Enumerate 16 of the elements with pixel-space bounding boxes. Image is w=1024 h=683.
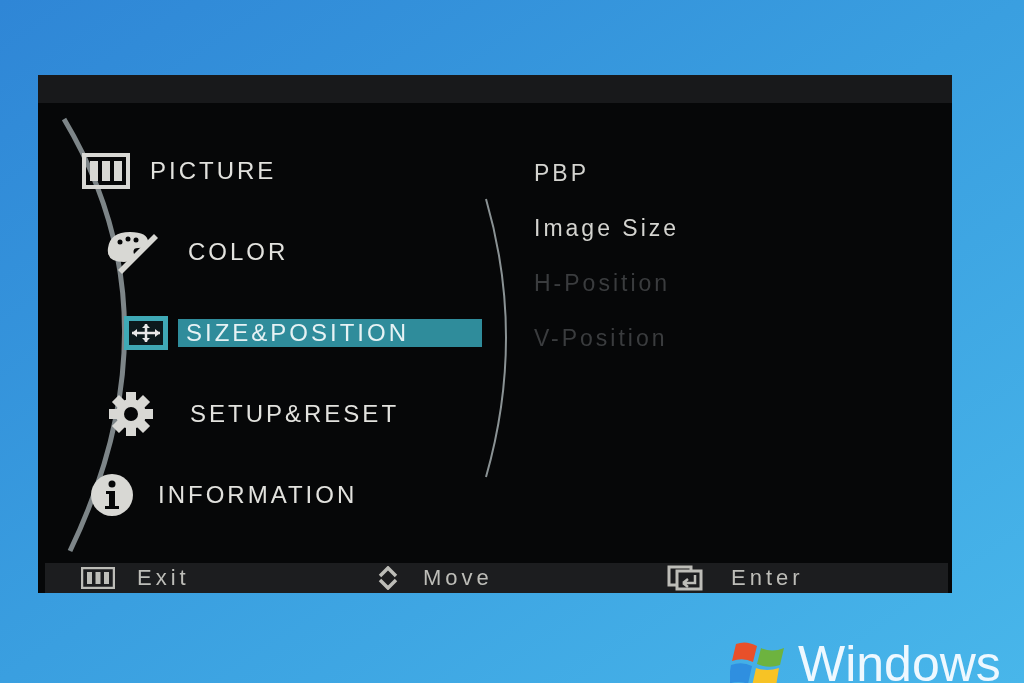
submenu-item[interactable]: Image Size (534, 214, 680, 242)
picture-menu-icon (82, 153, 130, 189)
up-down-arrow-icon (377, 566, 399, 590)
menu-bars-icon (81, 567, 115, 589)
submenu-item[interactable]: PBP (534, 159, 680, 187)
menu-item[interactable]: COLOR (188, 238, 289, 266)
menu-item[interactable]: INFORMATION (158, 481, 358, 509)
info-icon (90, 473, 134, 517)
footer-hint: Move (423, 565, 493, 591)
footer-hint: Exit (137, 565, 190, 591)
windows-logo-text: Windows (798, 642, 1001, 683)
menu-item[interactable]: PICTURE (150, 157, 277, 185)
footer-hint: Enter (731, 565, 804, 591)
gear-icon (108, 391, 154, 437)
move-arrows-icon (122, 314, 170, 352)
menu-item[interactable]: SETUP&RESET (190, 400, 400, 428)
